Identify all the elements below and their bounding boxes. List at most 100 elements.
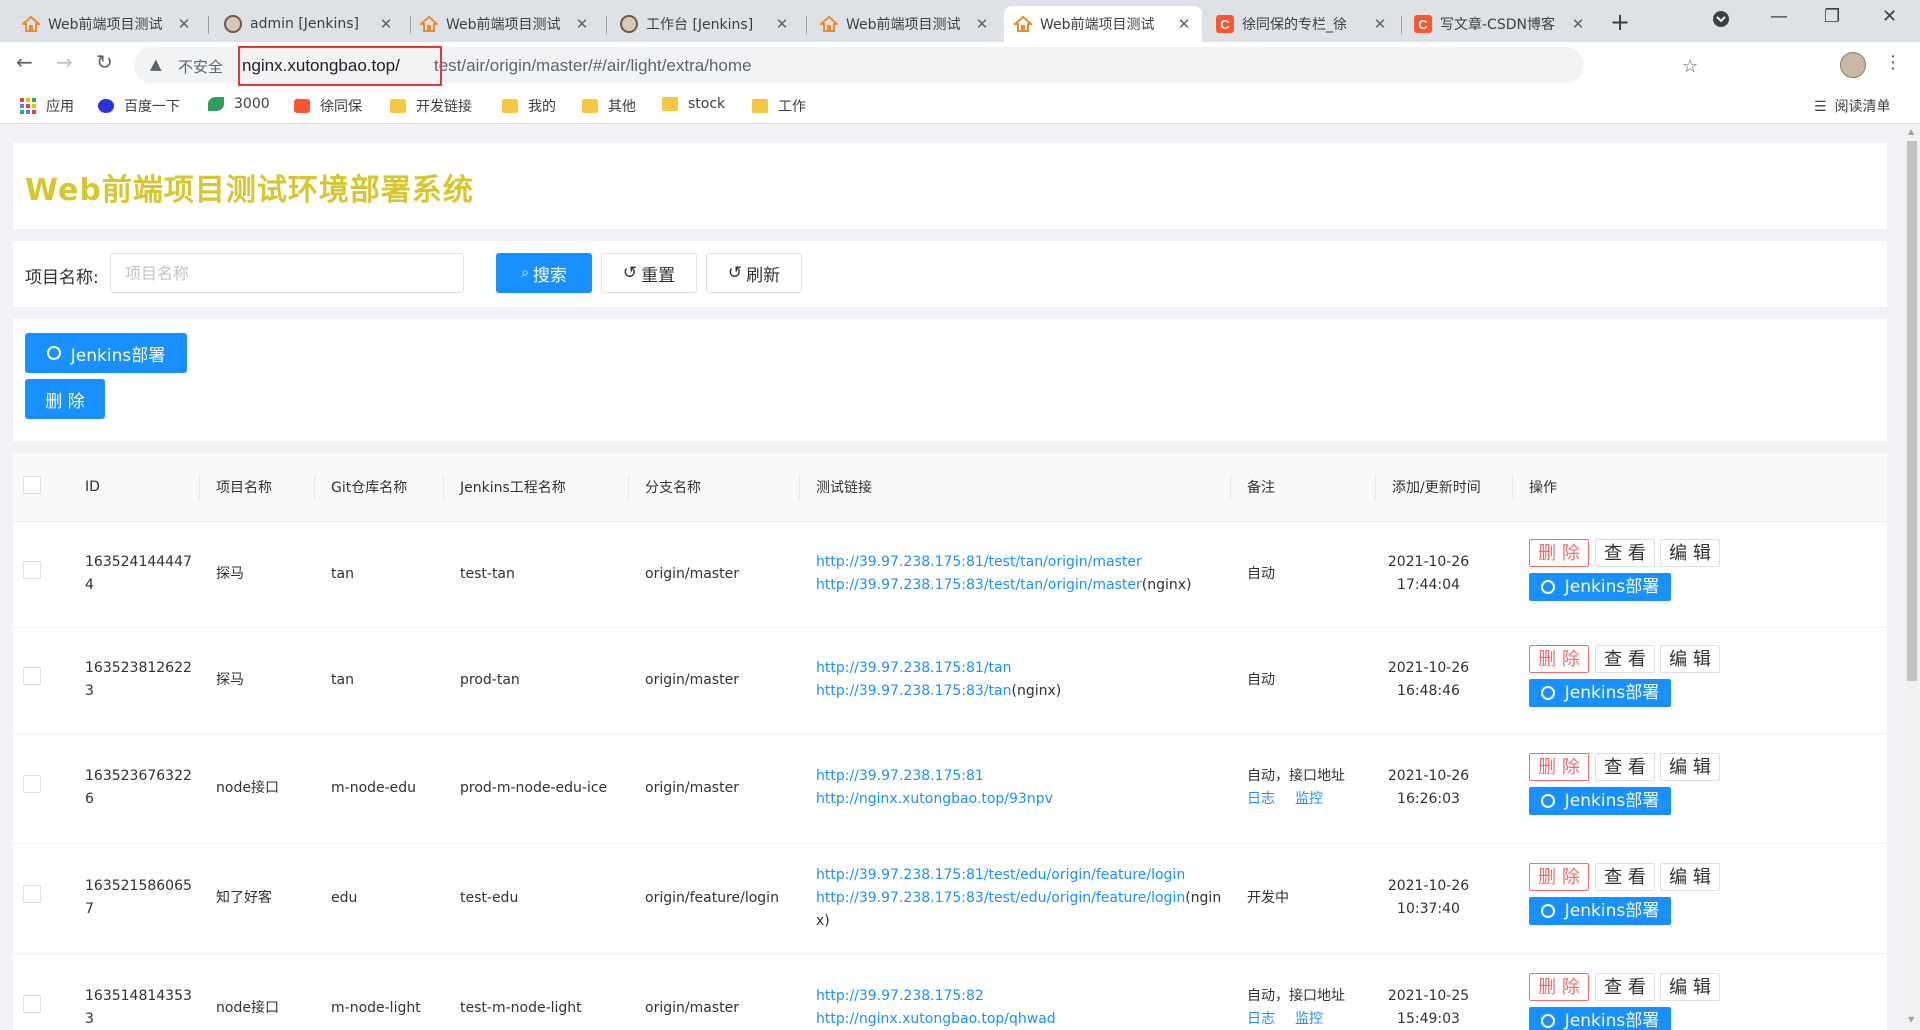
- row-edit-button[interactable]: 编 辑: [1660, 539, 1720, 567]
- row-edit-button[interactable]: 编 辑: [1660, 753, 1720, 781]
- reload-icon[interactable]: ↻: [96, 50, 113, 74]
- row-delete-button[interactable]: 删 除: [1529, 645, 1589, 673]
- page-scrollbar[interactable]: ▲ ▼: [1904, 125, 1920, 1030]
- jenkins-deploy-button[interactable]: Jenkins部署: [25, 333, 187, 373]
- browser-tab[interactable]: Web前端项目测试 ✕: [410, 6, 600, 42]
- column-header[interactable]: 测试链接: [799, 453, 1230, 522]
- row-jenkins-deploy-button[interactable]: Jenkins部署: [1529, 679, 1671, 707]
- close-tab-icon[interactable]: ✕: [1570, 15, 1586, 33]
- close-tab-icon[interactable]: ✕: [974, 15, 990, 33]
- bookmark-folder[interactable]: 我的: [502, 96, 556, 116]
- row-edit-button[interactable]: 编 辑: [1660, 645, 1720, 673]
- row-view-button[interactable]: 查 看: [1595, 973, 1655, 1001]
- tab-search-icon[interactable]: [1712, 10, 1730, 33]
- row-view-button[interactable]: 查 看: [1595, 645, 1655, 673]
- close-tab-icon[interactable]: ✕: [1372, 15, 1388, 33]
- column-header[interactable]: 分支名称: [628, 453, 799, 522]
- close-window-icon[interactable]: ✕: [1882, 6, 1897, 27]
- reset-button[interactable]: ↺ 重置: [601, 253, 697, 293]
- scroll-up-icon[interactable]: ▲: [1908, 127, 1914, 136]
- row-view-button[interactable]: 查 看: [1595, 753, 1655, 781]
- browser-tab[interactable]: C 写文章-CSDN博客 ✕: [1404, 6, 1596, 42]
- browser-tab[interactable]: Web前端项目测试 ✕: [12, 6, 202, 42]
- profile-avatar[interactable]: [1840, 52, 1866, 78]
- reading-list-button[interactable]: ☰ 阅读清单: [1814, 96, 1891, 116]
- close-tab-icon[interactable]: ✕: [1176, 15, 1192, 33]
- row-delete-button[interactable]: 删 除: [1529, 973, 1589, 1001]
- row-delete-button[interactable]: 删 除: [1529, 539, 1589, 567]
- test-link[interactable]: http://39.97.238.175:82: [816, 988, 984, 1004]
- row-checkbox[interactable]: [23, 885, 41, 903]
- search-button[interactable]: ⌕ 搜索: [496, 253, 592, 293]
- test-link[interactable]: http://39.97.238.175:83/tan: [816, 683, 1012, 699]
- row-edit-button[interactable]: 编 辑: [1660, 863, 1720, 891]
- bookmark-folder[interactable]: 开发链接: [390, 96, 472, 116]
- column-header[interactable]: 项目名称: [199, 453, 314, 522]
- scroll-thumb[interactable]: [1907, 141, 1917, 681]
- row-checkbox[interactable]: [23, 775, 41, 793]
- bookmark-star-icon[interactable]: ☆: [1682, 56, 1698, 77]
- row-jenkins-deploy-button[interactable]: Jenkins部署: [1529, 787, 1671, 815]
- row-delete-button[interactable]: 删 除: [1529, 753, 1589, 781]
- row-jenkins-deploy-button[interactable]: Jenkins部署: [1529, 897, 1671, 925]
- memo-link[interactable]: 监控: [1295, 791, 1323, 807]
- insecure-label[interactable]: 不安全: [178, 56, 223, 77]
- close-tab-icon[interactable]: ✕: [176, 15, 192, 33]
- bookmark-folder[interactable]: 工作: [752, 96, 806, 116]
- batch-delete-button[interactable]: 删 除: [25, 379, 105, 419]
- select-all-checkbox[interactable]: [23, 475, 41, 494]
- bookmark-apps[interactable]: 应用: [20, 96, 74, 116]
- row-jenkins-deploy-button[interactable]: Jenkins部署: [1529, 1007, 1671, 1030]
- column-header[interactable]: ID: [68, 453, 199, 522]
- row-checkbox[interactable]: [23, 561, 41, 579]
- row-checkbox[interactable]: [23, 995, 41, 1013]
- refresh-button[interactable]: ↺ 刷新: [706, 253, 802, 293]
- back-icon[interactable]: ←: [16, 50, 33, 74]
- column-header[interactable]: 备注: [1230, 453, 1375, 522]
- memo-link[interactable]: 监控: [1295, 1011, 1323, 1027]
- test-link[interactable]: http://39.97.238.175:81/test/tan/origin/…: [816, 554, 1142, 570]
- test-link[interactable]: http://39.97.238.175:83/test/edu/origin/…: [816, 890, 1185, 906]
- browser-tab[interactable]: Web前端项目测试 ✕: [810, 6, 1000, 42]
- row-jenkins-deploy-button[interactable]: Jenkins部署: [1529, 573, 1671, 601]
- close-tab-icon[interactable]: ✕: [774, 15, 790, 33]
- test-link[interactable]: http://nginx.xutongbao.top/93npv: [816, 791, 1053, 807]
- close-tab-icon[interactable]: ✕: [378, 15, 394, 33]
- row-checkbox[interactable]: [23, 667, 41, 685]
- row-view-button[interactable]: 查 看: [1595, 539, 1655, 567]
- column-header[interactable]: Git仓库名称: [314, 453, 443, 522]
- column-header[interactable]: Jenkins工程名称: [443, 453, 628, 522]
- memo-link[interactable]: 日志: [1247, 1011, 1275, 1027]
- project-name-input[interactable]: [110, 253, 464, 293]
- row-view-button[interactable]: 查 看: [1595, 863, 1655, 891]
- test-link[interactable]: http://39.97.238.175:81/test/edu/origin/…: [816, 867, 1185, 883]
- bookmark-folder[interactable]: stock: [662, 96, 725, 112]
- memo-link[interactable]: 日志: [1247, 791, 1275, 807]
- test-link[interactable]: http://39.97.238.175:81/tan: [816, 660, 1012, 676]
- browser-tab[interactable]: C 徐同保的专栏_徐 ✕: [1206, 6, 1398, 42]
- browser-tab[interactable]: 工作台 [Jenkins] ✕: [610, 6, 800, 42]
- close-tab-icon[interactable]: ✕: [574, 15, 590, 33]
- bookmark-folder[interactable]: 其他: [582, 96, 636, 116]
- browser-tab-active[interactable]: Web前端项目测试 ✕: [1004, 6, 1202, 42]
- row-delete-button[interactable]: 删 除: [1529, 863, 1589, 891]
- browser-tab[interactable]: admin [Jenkins] ✕: [214, 6, 404, 42]
- more-menu-icon[interactable]: ⋮: [1884, 52, 1902, 73]
- scroll-down-icon[interactable]: ▼: [1908, 1015, 1914, 1024]
- forward-icon[interactable]: →: [56, 50, 73, 74]
- bookmark-baidu[interactable]: 百度一下: [98, 96, 180, 116]
- warning-icon[interactable]: ▲: [150, 55, 162, 73]
- minimize-icon[interactable]: —: [1770, 6, 1788, 27]
- test-link[interactable]: http://39.97.238.175:81: [816, 768, 984, 784]
- new-tab-icon[interactable]: +: [1610, 8, 1630, 36]
- test-link[interactable]: http://nginx.xutongbao.top/qhwad: [816, 1011, 1056, 1027]
- cell-id: 1635238126223: [68, 627, 199, 734]
- restore-icon[interactable]: ❐: [1824, 6, 1840, 27]
- bookmark-xutongbao[interactable]: 徐同保: [294, 96, 362, 116]
- csdn-icon: [294, 99, 310, 113]
- bookmark-3000[interactable]: 3000: [208, 96, 270, 112]
- column-header[interactable]: 添加/更新时间: [1375, 453, 1512, 522]
- column-header[interactable]: 操作: [1512, 453, 1887, 522]
- row-edit-button[interactable]: 编 辑: [1660, 973, 1720, 1001]
- test-link[interactable]: http://39.97.238.175:83/test/tan/origin/…: [816, 577, 1142, 593]
